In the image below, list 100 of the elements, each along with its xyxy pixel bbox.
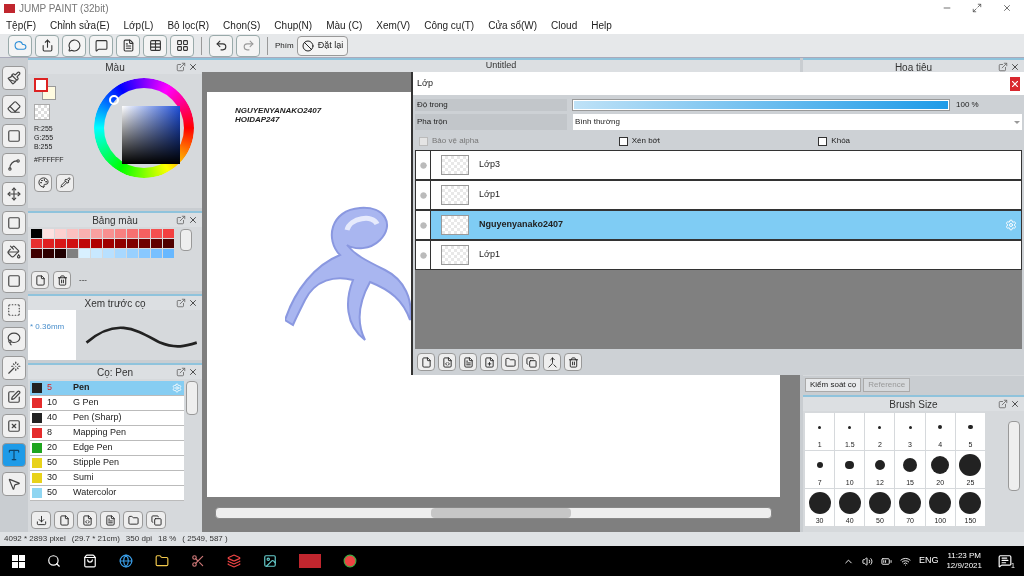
lasso-tool[interactable] <box>2 327 26 351</box>
brush-item[interactable]: 50 Watercolor <box>30 486 184 501</box>
picker-button[interactable] <box>56 173 74 192</box>
new-page-button[interactable] <box>31 271 49 289</box>
detach-icon[interactable] <box>176 298 186 308</box>
menu-item[interactable]: Chụp(N) <box>274 17 313 33</box>
brush-action-button[interactable] <box>100 511 120 529</box>
panel-tab[interactable]: Kiểm soát cọ <box>805 378 862 392</box>
grid-button[interactable] <box>170 34 194 57</box>
brush-action-button[interactable] <box>146 511 166 529</box>
brush-item[interactable]: 8 Mapping Pen <box>30 426 184 441</box>
fill-tool[interactable] <box>2 211 26 235</box>
option-checkbox[interactable]: Khóa <box>818 135 1018 147</box>
detach-icon[interactable] <box>176 62 186 72</box>
detach-icon[interactable] <box>998 399 1008 409</box>
menu-item[interactable]: Chỉnh sửa(E) <box>50 17 110 33</box>
eraser-tool[interactable] <box>2 95 26 119</box>
menu-item[interactable]: Cloud <box>551 17 578 33</box>
select-tool[interactable] <box>2 298 26 322</box>
layer-row[interactable]: Lớp1 <box>415 240 1022 270</box>
share-button[interactable] <box>35 34 59 57</box>
menu-item[interactable]: Help <box>591 17 612 33</box>
gradient-tool[interactable] <box>2 269 26 293</box>
close-icon[interactable] <box>188 298 198 308</box>
layer-action-button[interactable] <box>522 353 540 371</box>
color-swatches-drawing[interactable] <box>34 78 56 100</box>
close-icon[interactable] <box>188 367 198 377</box>
text-tool[interactable] <box>2 443 26 467</box>
bucket-tool[interactable] <box>2 240 26 264</box>
line-tool[interactable] <box>2 153 26 177</box>
document-button[interactable] <box>116 34 140 57</box>
layer-action-button[interactable] <box>564 353 582 371</box>
pointer-tool[interactable] <box>2 472 26 496</box>
notification-icon[interactable] <box>998 554 1012 568</box>
message-button[interactable] <box>89 34 113 57</box>
start-icon[interactable] <box>12 554 25 568</box>
brush-item[interactable]: 30 Sumi <box>30 471 184 486</box>
detach-icon[interactable] <box>998 62 1008 72</box>
brush-action-button[interactable] <box>31 511 51 529</box>
menu-item[interactable]: Màu (C) <box>326 17 363 33</box>
close-icon[interactable] <box>188 62 198 72</box>
brush-item[interactable]: 20 Edge Pen <box>30 441 184 456</box>
store-icon[interactable] <box>83 554 97 568</box>
option-checkbox[interactable]: Xén bớt <box>618 135 819 147</box>
brush-item[interactable]: 50 Stipple Pen <box>30 456 184 471</box>
menu-item[interactable]: Xem(V) <box>376 17 411 33</box>
cloud-button[interactable] <box>8 34 32 57</box>
layer-action-button[interactable] <box>417 353 435 371</box>
menu-item[interactable]: Cửa sổ(W) <box>488 17 538 33</box>
document-tab[interactable]: Untitled <box>202 58 800 72</box>
wifi-icon[interactable] <box>899 555 911 567</box>
layer-action-button[interactable] <box>501 353 519 371</box>
menu-item[interactable]: Tệp(F) <box>6 17 36 33</box>
layer-action-button[interactable] <box>438 353 456 371</box>
horizontal-scrollbar[interactable] <box>215 507 772 519</box>
palette-button[interactable] <box>34 173 52 192</box>
move-tool[interactable] <box>2 182 26 206</box>
close-icon[interactable] <box>188 215 198 225</box>
brush-item[interactable]: 5 Pen <box>30 381 184 396</box>
photos-icon[interactable] <box>263 554 277 568</box>
menu-item[interactable]: Bộ lọc(R) <box>167 17 210 33</box>
scrollbar[interactable] <box>180 229 192 251</box>
language-indicator[interactable]: ENG <box>918 554 939 568</box>
select-pen-tool[interactable] <box>2 385 26 409</box>
layer-action-button[interactable] <box>459 353 477 371</box>
app-icon[interactable] <box>227 554 241 568</box>
undo-button[interactable] <box>209 34 233 57</box>
wand-tool[interactable] <box>2 356 26 380</box>
menu-item[interactable]: Công cụ(T) <box>424 17 475 33</box>
layer-row[interactable]: Lớp3 <box>415 150 1022 180</box>
volume-icon[interactable] <box>861 555 873 567</box>
close-icon[interactable] <box>1010 399 1020 409</box>
layer-action-button[interactable] <box>480 353 498 371</box>
swatch-grid-drawing[interactable] <box>31 229 174 258</box>
brush-tool[interactable] <box>2 66 26 90</box>
layer-action-button[interactable] <box>543 353 561 371</box>
close-button[interactable] <box>1010 76 1020 91</box>
battery-icon[interactable] <box>880 555 892 567</box>
brush-action-button[interactable] <box>54 511 74 529</box>
reset-button[interactable]: Đặt lại <box>296 35 349 56</box>
select-eraser-tool[interactable] <box>2 414 26 438</box>
search-icon[interactable] <box>47 554 61 568</box>
transparent-swatch[interactable] <box>34 104 50 120</box>
menu-item[interactable]: Chọn(S) <box>223 17 261 33</box>
scrollbar[interactable] <box>186 381 198 415</box>
maximize-icon[interactable] <box>972 3 982 13</box>
clock-date[interactable]: 12/9/2021 <box>946 561 982 571</box>
brush-action-button[interactable] <box>77 511 97 529</box>
folder-icon[interactable] <box>155 554 169 568</box>
menu-item[interactable]: Lớp(L) <box>123 17 154 33</box>
clock-time[interactable]: 11:23 PM <box>947 551 982 561</box>
close-icon[interactable] <box>1002 3 1012 13</box>
blend-dropdown[interactable]: Bình thường <box>573 114 1022 130</box>
layer-row[interactable]: Lớp1 <box>415 180 1022 210</box>
table-button[interactable] <box>143 34 167 57</box>
brush-item[interactable]: 10 G Pen <box>30 396 184 411</box>
browser-icon[interactable] <box>119 554 133 568</box>
brush-item[interactable]: 40 Pen (Sharp) <box>30 411 184 426</box>
scrollbar[interactable] <box>1008 421 1020 491</box>
close-icon[interactable] <box>1010 62 1020 72</box>
